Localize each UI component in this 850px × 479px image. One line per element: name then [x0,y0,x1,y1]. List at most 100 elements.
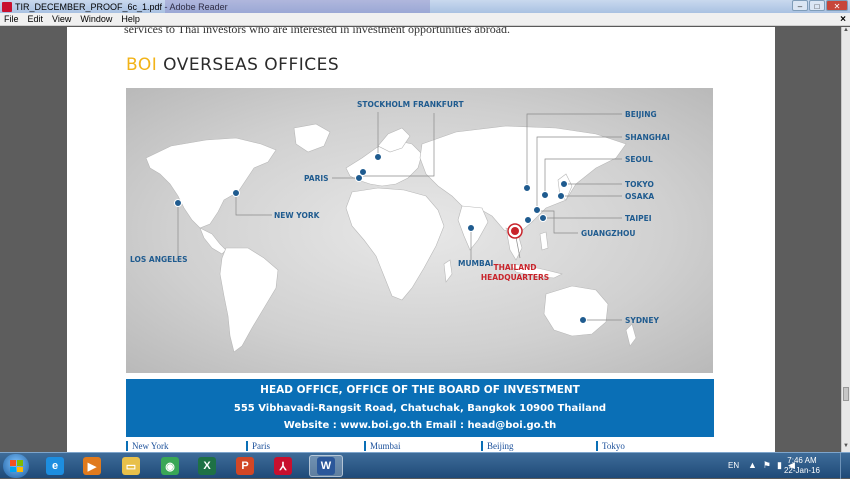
taskbar-media-player-button[interactable]: ▶ [75,455,109,477]
menu-bar: File Edit View Window Help × [0,13,850,26]
menu-help[interactable]: Help [121,14,140,24]
maximize-button[interactable]: □ [809,0,825,11]
scrollbar-thumb[interactable] [843,387,849,401]
windows-logo-icon [10,460,23,472]
south-america-landmass [219,247,279,353]
title-bar: TIR_DECEMBER_PROOF_6c_1.pdf - Adobe Read… [0,0,850,13]
australia-landmass [543,285,609,337]
label-hq-line2: HEADQUARTERS [481,273,549,282]
info-line-1: HEAD OFFICE, OFFICE OF THE BOARD OF INVE… [260,384,580,396]
label-sydney: SYDNEY [625,316,659,325]
taskbar-excel-button[interactable]: X [190,455,224,477]
column-paris: Paris [246,441,270,451]
taskbar-chrome-button[interactable]: ◉ [153,455,187,477]
heading-text: OVERSEAS OFFICES [163,55,340,75]
label-mumbai: MUMBAI [458,259,494,268]
office-columns: New York Paris Mumbai Beijing Tokyo [126,441,726,452]
taipei-pin [539,214,547,222]
label-tokyo: TOKYO [625,180,654,189]
philippines-landmass [539,231,549,251]
los-angeles-leader [176,203,179,260]
menu-edit[interactable]: Edit [28,14,44,24]
new-zealand-landmass [625,323,637,347]
page-heading: BOI OVERSEAS OFFICES [126,55,339,75]
column-tokyo: Tokyo [596,441,625,451]
internet-explorer-icon: e [46,457,64,475]
label-guangzhou: GUANGZHOU [581,229,635,238]
madagascar-landmass [443,259,453,283]
new-york-leader [235,194,272,216]
taskbar-file-explorer-button[interactable]: ▭ [114,455,148,477]
sydney-pin [579,316,587,324]
beijing-pin [523,184,531,192]
close-button[interactable]: ✕ [826,0,848,11]
adobe-reader-icon [2,1,12,12]
label-osaka: OSAKA [625,192,654,201]
word-icon: W [317,457,335,475]
adobe-reader-icon: ⅄ [274,457,292,475]
tokyo-pin [560,180,568,188]
menu-window[interactable]: Window [80,14,112,24]
label-frankfurt: FRANKFURT [413,100,464,109]
scroll-up-icon[interactable]: ▲ [842,27,850,36]
greenland-landmass [293,123,331,153]
heading-accent: BOI [126,55,158,75]
start-button[interactable] [3,454,29,478]
mumbai-pin [467,224,475,232]
column-new-york: New York [126,441,169,451]
language-indicator[interactable]: EN [728,461,739,470]
label-hq-line1: THAILAND [493,263,536,272]
flag-icon[interactable]: ⚑ [763,460,771,471]
menu-view[interactable]: View [52,14,71,24]
label-los-angeles: LOS ANGELES [130,255,188,264]
world-map: STOCKHOLM FRANKFURT PARIS NEW YORK LOS A… [126,88,713,373]
label-beijing: BEIJING [625,110,657,119]
menu-file[interactable]: File [4,14,19,24]
paris-pin [355,174,363,182]
seoul-pin [541,191,549,199]
scroll-down-icon[interactable]: ▼ [842,443,850,452]
chrome-icon: ◉ [161,457,179,475]
minimize-button[interactable]: – [792,0,808,11]
column-mumbai: Mumbai [364,441,401,451]
label-seoul: SEOUL [625,155,653,164]
label-new-york: NEW YORK [274,211,321,220]
powerpoint-icon: P [236,457,254,475]
clock-date: 22-Jan-16 [783,466,820,475]
vertical-scrollbar[interactable]: ▲ ▼ [841,27,850,452]
label-shanghai: SHANGHAI [625,133,670,142]
central-america-landmass [199,227,227,255]
taskbar-internet-explorer-button[interactable]: e [38,455,72,477]
world-map-graphic: STOCKHOLM FRANKFURT PARIS NEW YORK LOS A… [130,100,670,353]
guangzhou-leader [534,210,578,234]
pdf-page: services to Thai investors who are inter… [67,27,775,452]
taskbar-powerpoint-button[interactable]: P [228,455,262,477]
file-explorer-icon: ▭ [122,457,140,475]
osaka-pin [557,192,565,200]
excel-icon: X [198,457,216,475]
north-america-landmass [145,137,277,229]
column-beijing: Beijing [481,441,514,451]
headquarters-pin [511,227,519,235]
label-stockholm: STOCKHOLM [357,100,410,109]
guangzhou-pin [524,216,532,224]
taskbar-word-button[interactable]: W [309,455,343,477]
show-hidden-icons-icon[interactable]: ▲ [748,460,757,471]
taskbar: e ▶ ▭ ◉ X P ⅄ W EN ▲ ⚑ ▮ ◀ 7:46 AM 22-Jan-16 [0,452,850,479]
network-icon[interactable]: ▮ [777,460,782,471]
document-viewport[interactable]: services to Thai investors who are inter… [0,27,841,452]
intro-text: services to Thai investors who are inter… [124,27,511,36]
label-paris: PARIS [304,174,329,183]
stockholm-pin [374,153,382,161]
media-player-icon: ▶ [83,457,101,475]
clock[interactable]: 7:46 AM 22-Jan-16 [784,456,820,476]
label-taipei: TAIPEI [625,214,652,223]
africa-landmass [345,187,445,301]
window-controls: – □ ✕ [792,0,848,11]
taskbar-adobe-reader-button[interactable]: ⅄ [266,455,300,477]
shanghai-pin [533,206,541,214]
close-document-button[interactable]: × [840,13,846,26]
new-york-pin [232,189,240,197]
info-line-3: Website : www.boi.go.th Email : head@boi… [283,420,557,431]
show-desktop-button[interactable] [840,453,850,479]
